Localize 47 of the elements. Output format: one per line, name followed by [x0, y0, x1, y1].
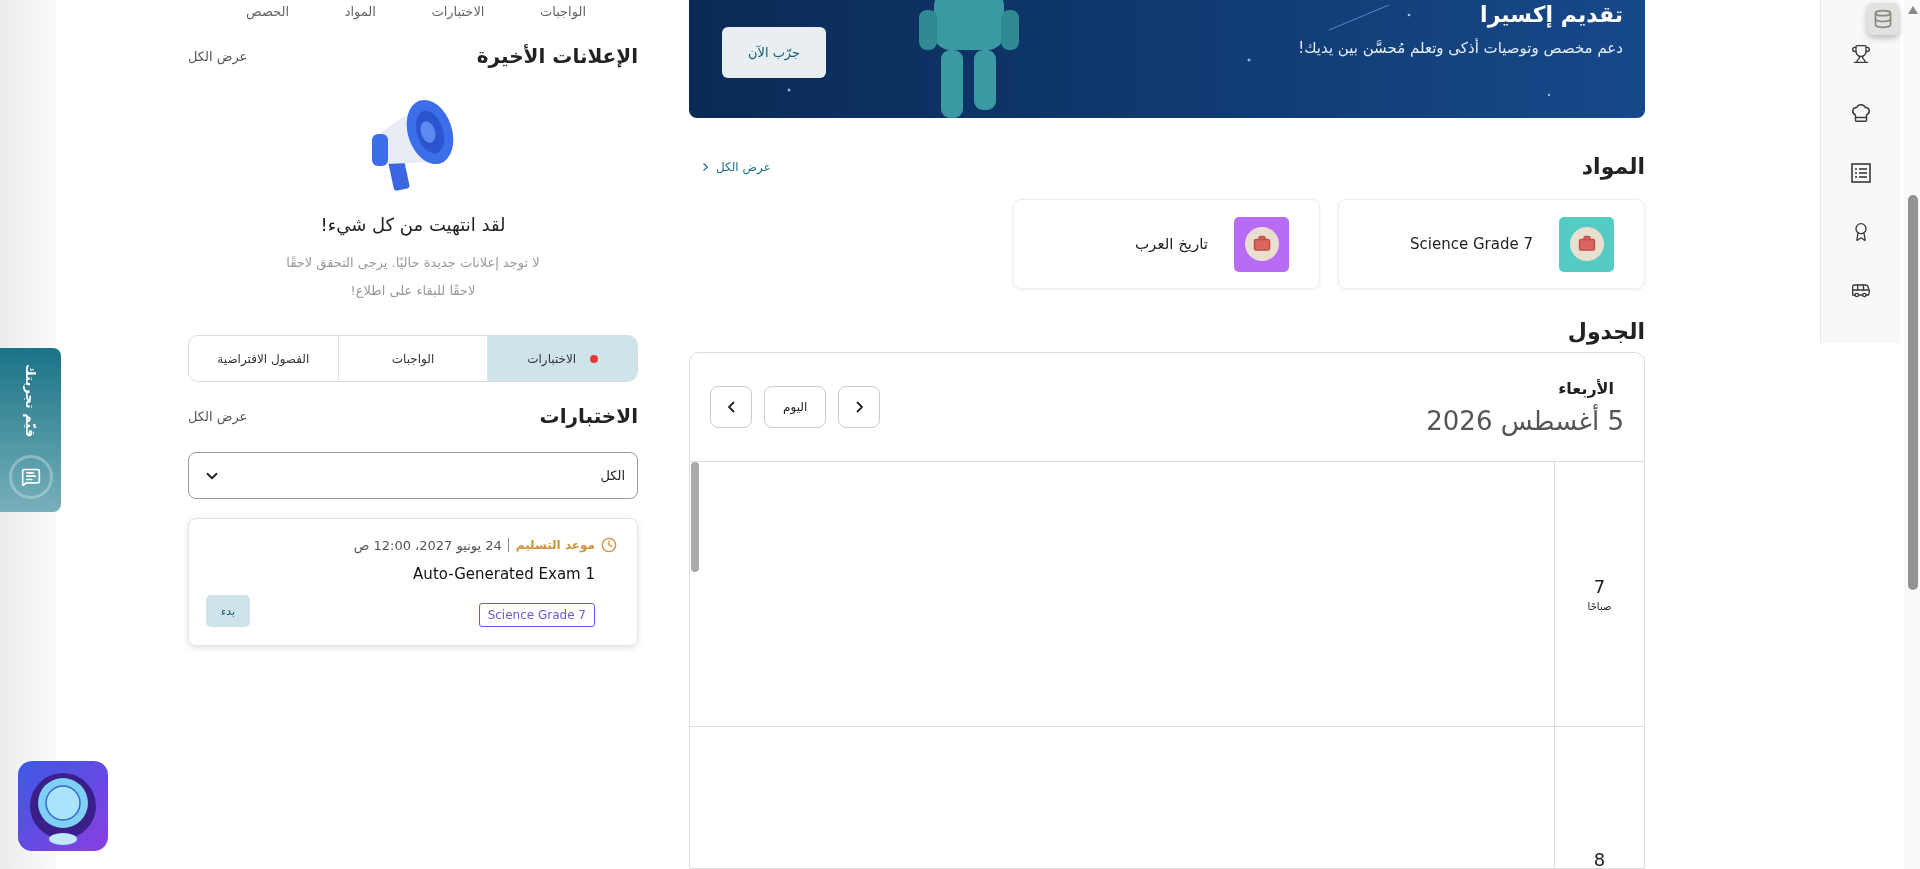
chevron-right-icon — [703, 162, 708, 171]
subject-card[interactable]: تاريخ العرب — [1013, 199, 1320, 289]
message-icon — [20, 467, 41, 488]
nav-link[interactable]: الاختبارات — [431, 4, 485, 30]
scroll-up-arrow-icon[interactable] — [1908, 6, 1918, 14]
weekday-label: الأربعاء — [1558, 378, 1614, 398]
view-all-link[interactable]: عرض الكل — [703, 159, 771, 174]
deadline-date: 24 يونيو 2027، 12:00 ص — [353, 537, 502, 553]
subject-card[interactable]: Science Grade 7 — [1338, 199, 1645, 289]
today-button[interactable]: اليوم — [764, 386, 827, 428]
subject-name: Science Grade 7 — [1410, 235, 1533, 253]
banner-subtitle: دعم مخصص وتوصيات أذكى وتعلم مُحسَّن بين يديك! — [1298, 39, 1623, 57]
empty-state-text: لا توجد إعلانات جديدة حاليًا. يرجى التحقق لاحقًا لاحقًا للبقاء على اطلاع! — [286, 254, 540, 300]
subject-name: تاريخ العرب — [1135, 235, 1208, 253]
trophy-icon[interactable] — [1850, 44, 1871, 64]
coins-icon[interactable] — [1867, 3, 1899, 35]
period-label: صباحًا — [1587, 601, 1612, 612]
nav-link[interactable]: الواجبات — [539, 4, 586, 30]
empty-state-title: لقد انتهيت من كل شيء! — [320, 214, 506, 235]
hour-label: 8 — [1593, 848, 1606, 868]
section-title: الإعلانات الأخيرة — [476, 44, 638, 68]
assistant-bot-icon[interactable] — [18, 761, 108, 851]
view-all-link[interactable]: عرض الكل — [188, 408, 248, 424]
try-now-button[interactable]: جرّب الآن — [722, 27, 826, 78]
scrollbar[interactable] — [1908, 195, 1918, 590]
list-icon[interactable] — [1849, 162, 1872, 184]
section-title: المواد — [1581, 154, 1645, 179]
subject-tag: Science Grade 7 — [478, 603, 595, 627]
tab[interactable]: الاختبارات — [487, 336, 637, 381]
exam-title: Auto-Generated Exam 1 — [412, 565, 595, 583]
nav-link[interactable]: المواد — [344, 4, 376, 30]
section-title: الجدول — [1567, 319, 1645, 344]
clock-icon — [601, 537, 617, 553]
filter-select[interactable]: الكل — [188, 452, 638, 499]
banner-title: تقديم إكسيرا — [1479, 2, 1623, 27]
deadline-label: موعد التسليم — [507, 538, 595, 552]
nav-link[interactable]: الحصص — [246, 4, 290, 30]
chef-hat-icon[interactable] — [1849, 102, 1872, 124]
start-button[interactable]: بدء — [206, 595, 250, 627]
hour-label: 7 — [1593, 576, 1606, 597]
feedback-tab[interactable]: قيّم تجربتك — [0, 348, 61, 512]
scrollbar[interactable] — [691, 462, 699, 572]
chevron-right-icon — [855, 401, 863, 413]
date-label: 5 أغسطس 2026 — [1426, 405, 1624, 436]
section-title: الاختبارات — [539, 404, 638, 428]
chevron-left-icon — [727, 401, 735, 413]
view-all-link[interactable]: عرض الكل — [188, 48, 248, 64]
